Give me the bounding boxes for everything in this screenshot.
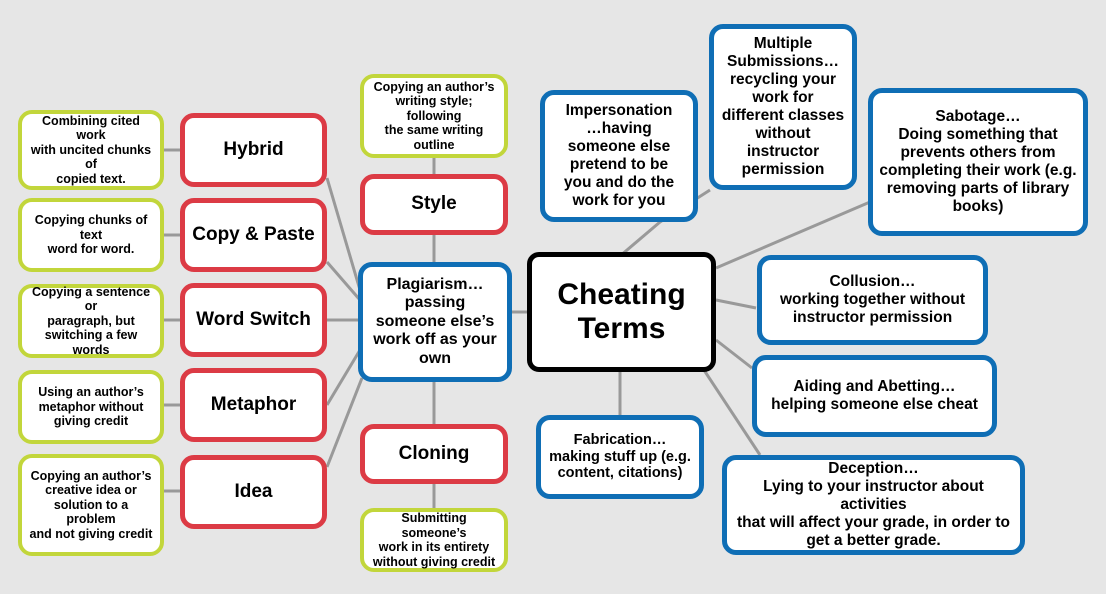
edge-center-impersonation [619, 220, 661, 258]
description-metaphor-label: Using an author’s metaphor without givin… [38, 385, 144, 429]
description-copy-paste-label: Copying chunks of text word for word. [34, 213, 148, 257]
plagiarism-type-idea-label: Idea [234, 480, 273, 502]
edge-center-deception [698, 363, 762, 456]
center-node[interactable]: Cheating Terms [527, 252, 716, 372]
description-word-switch[interactable]: Copying a sentence or paragraph, but swi… [18, 284, 164, 358]
term-fabrication-label: Fabrication… making stuff up (e.g. conte… [549, 431, 691, 482]
term-aiding-abetting-label: Aiding and Abetting… helping someone els… [771, 378, 978, 413]
plagiarism-type-cloning-label: Cloning [398, 442, 470, 464]
plagiarism-type-word-switch-label: Word Switch [196, 308, 311, 330]
term-multiple-submissions[interactable]: Multiple Submissions… recycling your wor… [709, 24, 857, 190]
term-collusion[interactable]: Collusion… working together without inst… [757, 255, 988, 345]
description-metaphor[interactable]: Using an author’s metaphor without givin… [18, 370, 164, 444]
center-node-label: Cheating Terms [557, 278, 686, 345]
edge-center-aiding [715, 338, 753, 370]
plagiarism-node[interactable]: Plagiarism… passing someone else’s work … [358, 262, 512, 382]
plagiarism-node-label: Plagiarism… passing someone else’s work … [373, 275, 497, 367]
mindmap-canvas: Combining cited work with uncited chunks… [0, 0, 1106, 594]
plagiarism-type-hybrid-label: Hybrid [223, 138, 284, 160]
description-idea-label: Copying an author’s creative idea or sol… [29, 468, 153, 541]
plagiarism-type-idea[interactable]: Idea [180, 455, 327, 529]
term-impersonation-label: Impersonation …having someone else prete… [563, 102, 675, 209]
term-aiding-abetting[interactable]: Aiding and Abetting… helping someone els… [752, 355, 997, 437]
term-sabotage-label: Sabotage… Doing something that prevents … [879, 108, 1077, 215]
plagiarism-type-metaphor-label: Metaphor [210, 393, 297, 415]
description-hybrid[interactable]: Combining cited work with uncited chunks… [18, 110, 164, 190]
term-collusion-label: Collusion… working together without inst… [779, 273, 966, 326]
plagiarism-type-hybrid[interactable]: Hybrid [180, 113, 327, 187]
plagiarism-type-style-label: Style [411, 193, 457, 215]
description-hybrid-label: Combining cited work with uncited chunks… [30, 113, 152, 186]
edge-hybrid-plagiarism [325, 177, 362, 291]
edge-idea-plagiarism [325, 377, 364, 468]
plagiarism-type-copy-paste-label: Copy & Paste [192, 223, 315, 245]
description-copy-paste[interactable]: Copying chunks of text word for word. [18, 198, 164, 272]
plagiarism-type-metaphor[interactable]: Metaphor [180, 368, 327, 442]
description-cloning[interactable]: Submitting someone’s work in its entiret… [360, 508, 508, 572]
edge-copypaste-plagiarism [325, 261, 362, 301]
description-cloning-label: Submitting someone’s work in its entiret… [372, 511, 496, 569]
description-style-label: Copying an author’s writing style; follo… [373, 79, 495, 152]
term-deception[interactable]: Deception… Lying to your instructor abou… [722, 455, 1025, 555]
term-fabrication[interactable]: Fabrication… making stuff up (e.g. conte… [536, 415, 704, 499]
edge-center-collusion [715, 298, 757, 310]
plagiarism-type-copy-paste[interactable]: Copy & Paste [180, 198, 327, 272]
plagiarism-type-style[interactable]: Style [360, 174, 508, 235]
term-deception-label: Deception… Lying to your instructor abou… [736, 460, 1010, 549]
term-sabotage[interactable]: Sabotage… Doing something that prevents … [868, 88, 1088, 236]
term-impersonation[interactable]: Impersonation …having someone else prete… [540, 90, 698, 222]
description-style[interactable]: Copying an author’s writing style; follo… [360, 74, 508, 158]
description-word-switch-label: Copying a sentence or paragraph, but swi… [31, 284, 151, 357]
description-idea[interactable]: Copying an author’s creative idea or sol… [18, 454, 164, 556]
plagiarism-type-cloning[interactable]: Cloning [360, 424, 508, 484]
plagiarism-type-word-switch[interactable]: Word Switch [180, 283, 327, 357]
term-multiple-submissions-label: Multiple Submissions… recycling your wor… [721, 35, 845, 178]
